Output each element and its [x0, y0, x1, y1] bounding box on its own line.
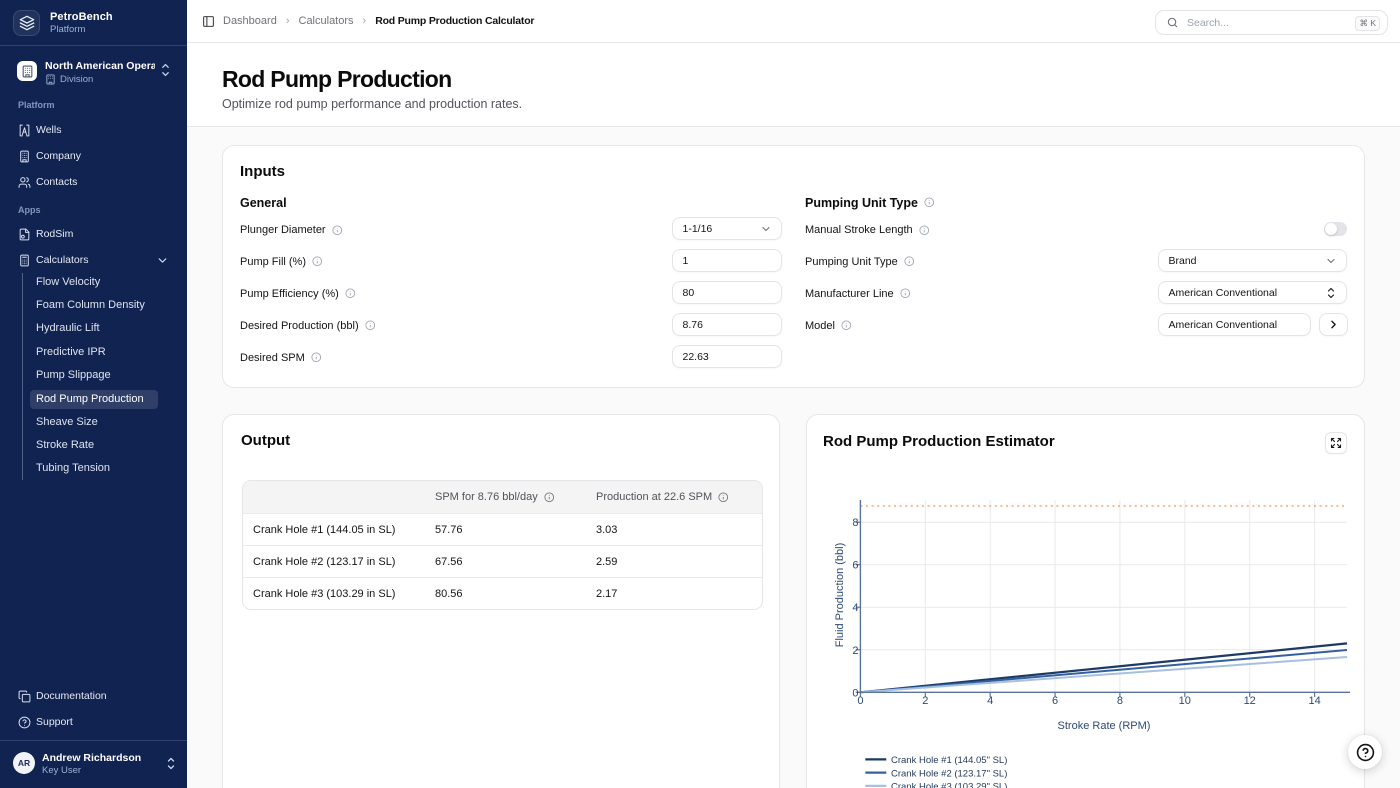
svg-text:Stroke Rate (RPM): Stroke Rate (RPM) [1058, 720, 1151, 732]
svg-text:8: 8 [852, 517, 858, 529]
svg-text:4: 4 [987, 695, 993, 707]
svg-text:Crank Hole #3 (103.29" SL): Crank Hole #3 (103.29" SL) [891, 782, 1007, 788]
svg-text:14: 14 [1308, 695, 1320, 707]
svg-text:4: 4 [852, 602, 858, 614]
svg-text:8: 8 [1117, 695, 1123, 707]
svg-text:6: 6 [852, 560, 858, 572]
svg-text:Crank Hole #1 (144.05" SL): Crank Hole #1 (144.05" SL) [891, 755, 1007, 766]
svg-text:2: 2 [922, 695, 928, 707]
svg-text:10: 10 [1179, 695, 1191, 707]
svg-text:Crank Hole #2 (123.17" SL): Crank Hole #2 (123.17" SL) [891, 768, 1007, 779]
svg-text:12: 12 [1244, 695, 1256, 707]
svg-text:6: 6 [1052, 695, 1058, 707]
svg-text:2: 2 [852, 645, 858, 657]
svg-text:0: 0 [857, 695, 863, 707]
svg-text:Fluid Production (bbl): Fluid Production (bbl) [834, 543, 846, 648]
